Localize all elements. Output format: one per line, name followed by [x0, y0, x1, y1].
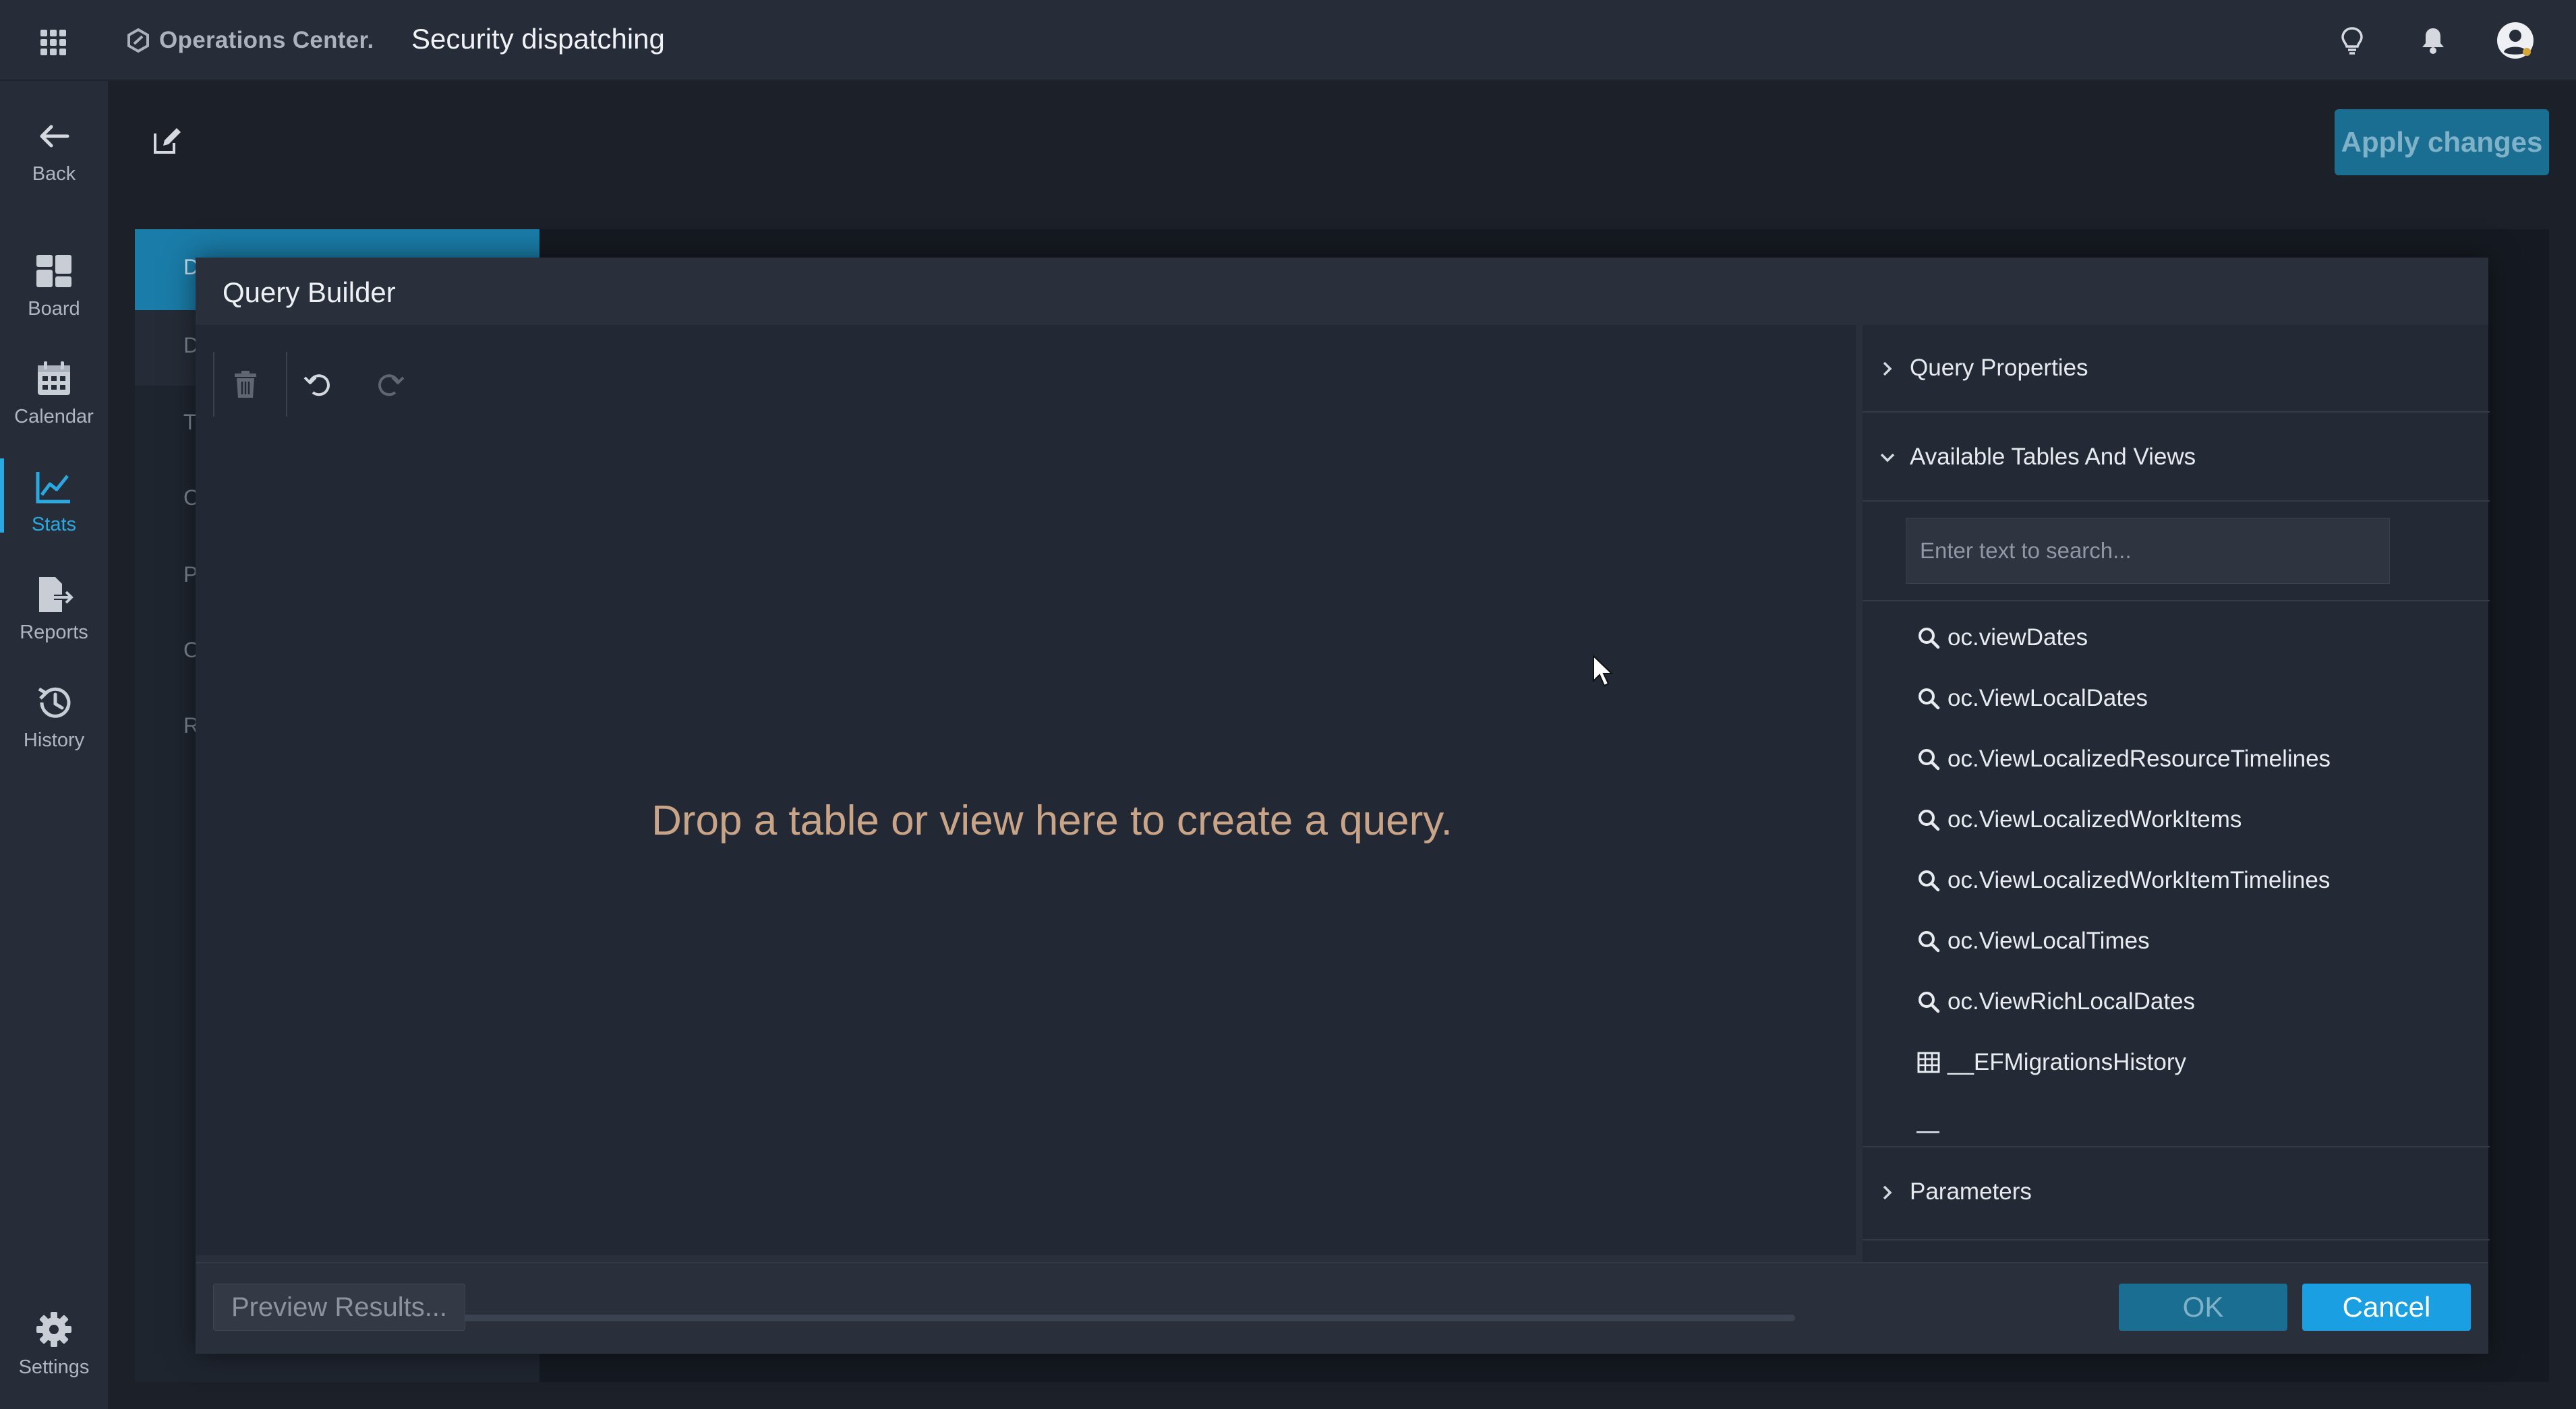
- cancel-button[interactable]: Cancel: [2302, 1284, 2471, 1331]
- nav-label: Settings: [18, 1356, 90, 1378]
- toolbar-divider: [286, 352, 287, 417]
- ok-button[interactable]: OK: [2119, 1284, 2287, 1331]
- arrow-left-icon: [40, 125, 69, 148]
- view-search-icon: [1919, 810, 1940, 831]
- drop-hint: Drop a table or view here to create a qu…: [651, 798, 1453, 844]
- dialog-title: Query Builder: [223, 276, 396, 308]
- apply-changes-button[interactable]: Apply changes: [2335, 109, 2549, 175]
- dialog-footer: Preview Results... OK Cancel: [196, 1262, 2488, 1354]
- edit-icon[interactable]: [150, 124, 183, 158]
- history-icon: [38, 687, 71, 718]
- chevron-down-icon: [1880, 453, 1895, 462]
- nav-back[interactable]: Back: [0, 101, 108, 196]
- bell-icon[interactable]: [2416, 23, 2451, 58]
- left-navigation: Back Board Calendar Stats Reports Histor…: [0, 81, 108, 1409]
- table-name: __EFMigrationsHistory: [1948, 1049, 2186, 1075]
- section-label: Parameters: [1910, 1178, 2032, 1205]
- table-name: oc.ViewLocalizedResourceTimelines: [1948, 746, 2331, 772]
- brand-name: Operations Center.: [159, 27, 374, 53]
- background-item-label: T: [183, 410, 197, 434]
- view-search-icon: [1919, 992, 1940, 1013]
- nav-label: Board: [28, 298, 80, 320]
- list-item[interactable]: oc.ViewLocalizedWorkItemTimelines: [1863, 851, 2490, 911]
- top-bar: Operations Center. Security dispatching: [0, 0, 2576, 81]
- table-name: oc.ViewLocalizedWorkItems: [1948, 806, 2242, 833]
- section-available-tables[interactable]: Available Tables And Views: [1863, 414, 2490, 502]
- redo-icon[interactable]: [372, 367, 407, 402]
- nav-stats[interactable]: Stats: [0, 452, 108, 546]
- nav-calendar[interactable]: Calendar: [0, 344, 108, 438]
- chart-line-icon: [36, 472, 70, 504]
- view-search-icon: [1919, 870, 1940, 892]
- chevron-right-icon: [1883, 361, 1892, 376]
- mouse-cursor-icon: [1593, 654, 1614, 687]
- search-input[interactable]: [1906, 518, 2390, 584]
- table-grid-icon: [1917, 1052, 1940, 1073]
- section-parameters[interactable]: Parameters: [1863, 1149, 2490, 1240]
- user-avatar-icon[interactable]: [2495, 20, 2536, 61]
- nav-board[interactable]: Board: [0, 236, 108, 330]
- nav-settings[interactable]: Settings: [0, 1294, 108, 1389]
- table-name: oc.viewDates: [1948, 624, 2088, 651]
- query-builder-dialog: Query Builder Drop a table or view here …: [196, 258, 2490, 1354]
- view-search-icon: [1919, 749, 1940, 771]
- undo-icon[interactable]: [301, 367, 336, 402]
- table-name: oc.ViewLocalTimes: [1948, 928, 2150, 954]
- search-area: [1863, 502, 2490, 601]
- page-title: Security dispatching: [411, 23, 665, 55]
- lightbulb-icon[interactable]: [2335, 23, 2370, 58]
- nav-label: History: [23, 729, 85, 751]
- view-search-icon: [1919, 931, 1940, 953]
- nav-reports[interactable]: Reports: [0, 560, 108, 654]
- toolbar-divider: [213, 352, 214, 417]
- view-search-icon: [1919, 688, 1940, 710]
- preview-results-button[interactable]: Preview Results...: [213, 1284, 465, 1331]
- list-item[interactable]: __EFMigrationsHistory: [1863, 1033, 2490, 1093]
- calendar-icon: [38, 361, 70, 395]
- report-export-icon: [39, 577, 74, 612]
- apps-grid-icon[interactable]: [36, 26, 70, 59]
- list-item[interactable]: oc.viewDates: [1863, 608, 2490, 669]
- chevron-right-icon: [1883, 1185, 1892, 1200]
- query-toolbar: [213, 352, 422, 417]
- nav-label: Back: [32, 163, 76, 185]
- query-canvas[interactable]: Drop a table or view here to create a qu…: [196, 325, 1856, 1321]
- list-divider: [1863, 1146, 2490, 1147]
- nav-label: Reports: [20, 622, 88, 643]
- list-item[interactable]: oc.ViewLocalTimes: [1863, 911, 2490, 972]
- board-icon: [36, 255, 71, 287]
- list-item[interactable]: oc.ViewLocalDates: [1863, 669, 2490, 729]
- brand-logo[interactable]: Operations Center.: [125, 24, 374, 57]
- trash-icon[interactable]: [228, 367, 263, 402]
- table-name: oc.ViewLocalizedWorkItemTimelines: [1948, 867, 2331, 893]
- table-name: oc.ViewLocalDates: [1948, 685, 2148, 711]
- section-query-properties[interactable]: Query Properties: [1863, 325, 2490, 413]
- list-item[interactable]: oc.ViewLocalizedWorkItems: [1863, 790, 2490, 851]
- list-item[interactable]: oc.ViewLocalizedResourceTimelines: [1863, 729, 2490, 790]
- nav-label: Calendar: [14, 406, 94, 427]
- side-panel: Query Properties Available Tables And Vi…: [1863, 325, 2490, 1262]
- operations-center-logo-icon: [127, 28, 149, 53]
- list-item[interactable]: oc.ViewRichLocalDates: [1863, 972, 2490, 1033]
- view-search-icon: [1919, 628, 1940, 649]
- section-label: Available Tables And Views: [1910, 444, 2196, 470]
- gear-icon: [36, 1312, 71, 1347]
- table-name: oc.ViewRichLocalDates: [1948, 988, 2196, 1015]
- nav-history[interactable]: History: [0, 667, 108, 762]
- nav-label: Stats: [31, 514, 77, 535]
- list-continuation-mark: [1916, 1131, 1939, 1133]
- section-label: Query Properties: [1910, 355, 2088, 381]
